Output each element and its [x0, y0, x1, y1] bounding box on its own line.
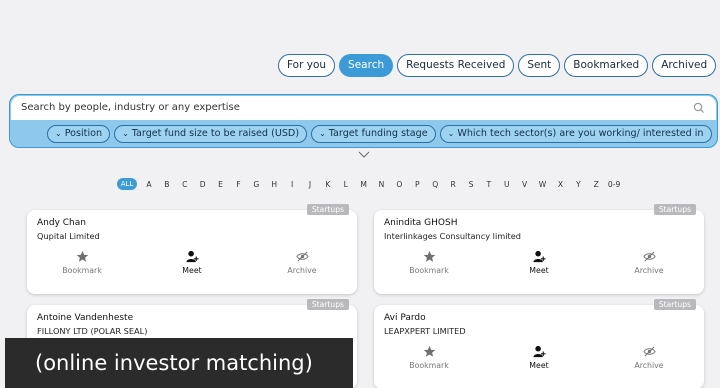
profile-name: Antoine Vandenheste	[37, 313, 134, 323]
alpha-letter[interactable]: U	[498, 180, 516, 189]
search-placeholder: Search by people, industry or any expert…	[21, 102, 240, 113]
alpha-letter[interactable]: 0-9	[605, 180, 623, 189]
profile-name: Andy Chan	[37, 218, 86, 228]
bookmark-button[interactable]: Bookmark	[384, 250, 474, 275]
card-actions: Bookmark Meet Archive	[27, 250, 357, 275]
filter-row: ⌄ Position ⌄ Target fund size to be raised…	[47, 125, 712, 143]
alpha-letter[interactable]: A	[140, 180, 158, 189]
tab-sent[interactable]: Sent	[518, 54, 561, 77]
profile-card[interactable]: Startups Avi Pardo LEAPXPERT LIMITED Boo…	[374, 299, 704, 388]
tab-for-you[interactable]: For you	[278, 54, 336, 77]
eye-off-icon	[642, 346, 656, 357]
alpha-letter[interactable]: Y	[569, 180, 587, 189]
card-actions: Bookmark Meet Archive	[374, 345, 704, 370]
search-panel: Search by people, industry or any expert…	[9, 94, 718, 148]
eye-off-icon	[295, 251, 309, 262]
alpha-letter[interactable]: N	[373, 180, 391, 189]
star-icon	[423, 345, 435, 357]
alpha-letter[interactable]: R	[444, 180, 462, 189]
card-actions: Bookmark Meet Archive	[374, 250, 704, 275]
category-tag: Startups	[653, 204, 696, 215]
filter-position[interactable]: ⌄ Position	[47, 125, 111, 143]
alpha-letter[interactable]: O	[390, 180, 408, 189]
alpha-letter[interactable]: M	[355, 180, 373, 189]
alpha-letter[interactable]: Q	[426, 180, 444, 189]
alpha-letter[interactable]: L	[337, 180, 355, 189]
alpha-letter[interactable]: D	[194, 180, 212, 189]
alpha-letter[interactable]: C	[176, 180, 194, 189]
star-icon	[76, 250, 88, 262]
meet-button[interactable]: Meet	[147, 250, 237, 275]
filter-fund-size[interactable]: ⌄ Target fund size to be raised (USD)	[114, 125, 308, 143]
star-icon	[423, 250, 435, 262]
eye-off-icon	[642, 251, 656, 262]
tab-archived[interactable]: Archived	[652, 54, 717, 77]
collapse-chevron-icon[interactable]	[358, 151, 370, 159]
meet-button[interactable]: Meet	[494, 345, 584, 370]
meet-button[interactable]: Meet	[494, 250, 584, 275]
tab-requests-received[interactable]: Requests Received	[397, 54, 515, 77]
alpha-all[interactable]: ALL	[117, 178, 137, 190]
alpha-letter[interactable]: V	[516, 180, 534, 189]
profile-name: Avi Pardo	[384, 313, 426, 323]
alpha-letter[interactable]: H	[265, 180, 283, 189]
chevron-down-icon: ⌄	[447, 129, 455, 138]
alpha-letter[interactable]: G	[247, 180, 265, 189]
alpha-letter[interactable]: F	[229, 180, 247, 189]
alpha-letter[interactable]: W	[534, 180, 552, 189]
add-person-icon	[532, 250, 546, 263]
alpha-letter[interactable]: T	[480, 180, 498, 189]
filter-funding-stage[interactable]: ⌄ Target funding stage	[311, 125, 436, 143]
profile-company: Interlinkages Consultancy limited	[384, 231, 521, 241]
search-icon[interactable]	[692, 101, 706, 115]
profile-company: LEAPXPERT LIMITED	[384, 326, 466, 336]
tab-search[interactable]: Search	[339, 54, 394, 77]
filter-tech-sector[interactable]: ⌄ Which tech sector(s) are you working/ i…	[439, 125, 712, 143]
bookmark-button[interactable]: Bookmark	[384, 345, 474, 370]
profile-name: Anindita GHOSH	[384, 218, 458, 228]
alpha-letter[interactable]: P	[408, 180, 426, 189]
profile-company: FILLONY LTD (POLAR SEAL)	[37, 326, 148, 336]
alpha-letter[interactable]: J	[301, 180, 319, 189]
category-tag: Startups	[306, 204, 349, 215]
tab-bar: For you Search Requests Received Sent Bo…	[278, 54, 717, 77]
alpha-letter[interactable]: K	[319, 180, 337, 189]
archive-button[interactable]: Archive	[604, 345, 694, 370]
archive-button[interactable]: Archive	[604, 250, 694, 275]
category-tag: Startups	[306, 299, 349, 310]
profile-company: Qupital Limited	[37, 231, 100, 241]
tab-bookmarked[interactable]: Bookmarked	[564, 54, 649, 77]
alpha-letter[interactable]: S	[462, 180, 480, 189]
alpha-letter[interactable]: X	[551, 180, 569, 189]
category-tag: Startups	[653, 299, 696, 310]
add-person-icon	[532, 345, 546, 358]
alpha-letter[interactable]: E	[212, 180, 230, 189]
caption-overlay: (online investor matching)	[5, 338, 353, 388]
alpha-letter[interactable]: Z	[587, 180, 605, 189]
alpha-letter[interactable]: B	[158, 180, 176, 189]
alpha-letter[interactable]: I	[283, 180, 301, 189]
search-input[interactable]: Search by people, industry or any expert…	[11, 96, 716, 120]
add-person-icon	[185, 250, 199, 263]
alphabet-filter: ALL A B C D E F G H I J K L M N O P Q R …	[117, 178, 623, 190]
profile-card[interactable]: Startups Andy Chan Qupital Limited Bookm…	[27, 204, 357, 294]
bookmark-button[interactable]: Bookmark	[37, 250, 127, 275]
archive-button[interactable]: Archive	[257, 250, 347, 275]
chevron-down-icon: ⌄	[122, 129, 129, 138]
profile-card[interactable]: Startups Anindita GHOSH Interlinkages Co…	[374, 204, 704, 294]
chevron-down-icon: ⌄	[55, 129, 62, 138]
chevron-down-icon: ⌄	[319, 129, 326, 138]
